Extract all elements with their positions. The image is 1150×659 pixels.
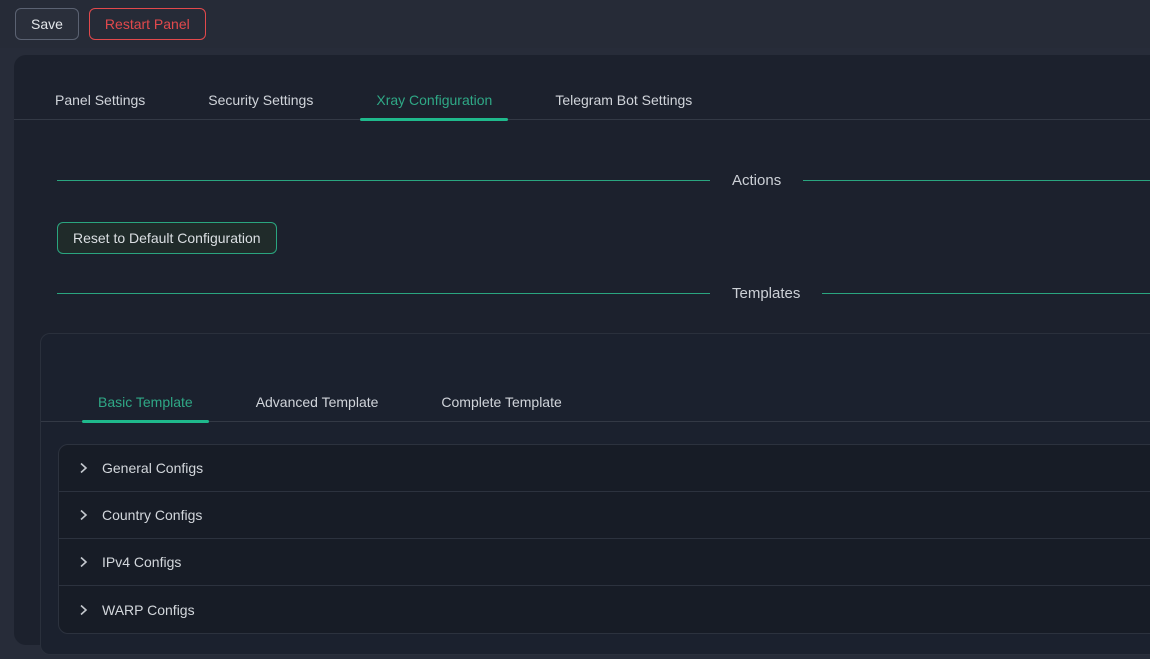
tab-advanced-template[interactable]: Advanced Template [240, 382, 395, 421]
tab-complete-template[interactable]: Complete Template [425, 382, 577, 421]
top-action-bar: Save Restart Panel [0, 0, 1150, 48]
actions-row: Reset to Default Configuration [57, 222, 1150, 254]
collapse-warp-configs[interactable]: WARP Configs [59, 586, 1150, 633]
chevron-right-icon [77, 462, 89, 474]
tab-basic-template[interactable]: Basic Template [82, 382, 209, 421]
collapse-item-label: Country Configs [102, 507, 202, 523]
templates-section-divider: Templates [57, 285, 1150, 302]
collapse-item-label: IPv4 Configs [102, 554, 181, 570]
settings-tab-bar: Panel Settings Security Settings Xray Co… [14, 80, 1150, 120]
tab-xray-configuration[interactable]: Xray Configuration [360, 80, 508, 119]
templates-section-title: Templates [710, 285, 822, 302]
save-button[interactable]: Save [15, 8, 79, 40]
chevron-right-icon [77, 509, 89, 521]
chevron-right-icon [77, 604, 89, 616]
restart-panel-button[interactable]: Restart Panel [89, 8, 206, 40]
actions-section-title: Actions [710, 172, 803, 189]
tab-security-settings[interactable]: Security Settings [192, 80, 329, 119]
actions-section-divider: Actions [57, 172, 1150, 189]
collapse-country-configs[interactable]: Country Configs [59, 492, 1150, 539]
reset-default-config-button[interactable]: Reset to Default Configuration [57, 222, 277, 254]
collapse-item-label: General Configs [102, 460, 203, 476]
template-tab-bar: Basic Template Advanced Template Complet… [41, 382, 1150, 422]
config-collapse-list: General Configs Country Configs IPv4 Con… [58, 444, 1150, 634]
templates-card: Basic Template Advanced Template Complet… [40, 333, 1150, 655]
collapse-ipv4-configs[interactable]: IPv4 Configs [59, 539, 1150, 586]
collapse-general-configs[interactable]: General Configs [59, 445, 1150, 492]
collapse-item-label: WARP Configs [102, 602, 195, 618]
chevron-right-icon [77, 556, 89, 568]
tab-telegram-bot-settings[interactable]: Telegram Bot Settings [539, 80, 708, 119]
tab-panel-settings[interactable]: Panel Settings [39, 80, 161, 119]
settings-card: Panel Settings Security Settings Xray Co… [14, 55, 1150, 645]
